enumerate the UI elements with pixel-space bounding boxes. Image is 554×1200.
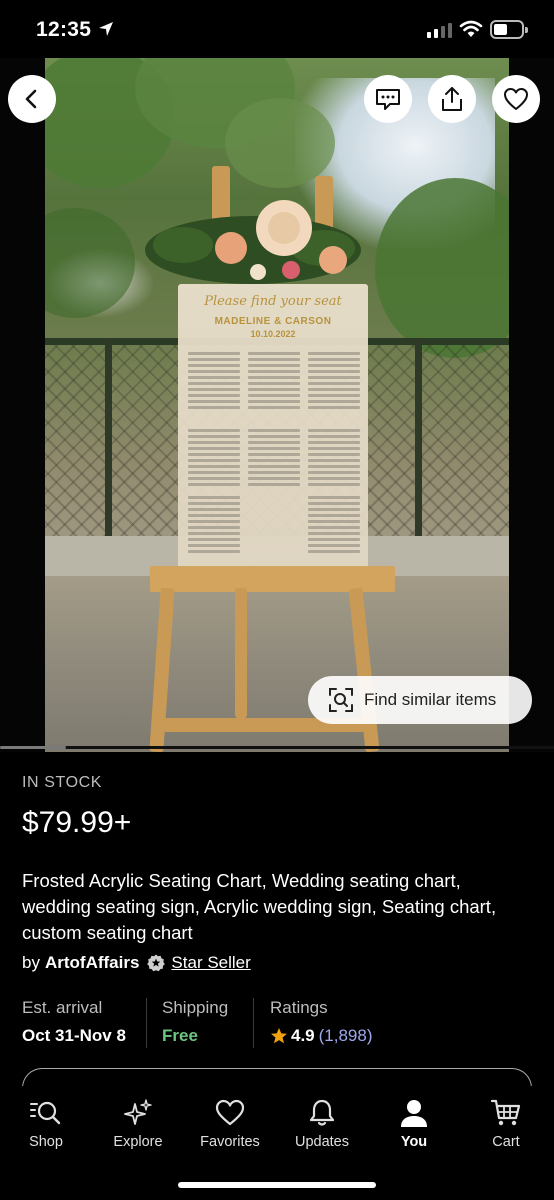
seating-chart-board: Please find your seat MADELINE & CARSON …: [178, 284, 368, 574]
arrival-value: Oct 31-Nov 8: [22, 1026, 126, 1045]
tab-you-label: You: [400, 1134, 428, 1150]
person-icon: [401, 1100, 427, 1127]
battery-icon: [490, 20, 528, 39]
sparkles-icon: [124, 1099, 152, 1125]
tab-you[interactable]: You: [368, 1096, 460, 1150]
star-icon: [271, 1028, 287, 1044]
tab-updates[interactable]: Updates: [276, 1096, 368, 1150]
product-photo: Please find your seat MADELINE & CARSON …: [45, 58, 509, 752]
search-list-icon: [30, 1101, 61, 1125]
board-names: MADELINE & CARSON: [214, 316, 332, 327]
board-date: 10.10.2022: [250, 329, 296, 339]
tab-favorites-label: Favorites: [200, 1134, 260, 1150]
rating-row: 4.9 (1,898): [270, 1026, 373, 1046]
visual-search-icon: [329, 688, 353, 712]
carousel-progress-track: [0, 746, 554, 749]
message-seller-button[interactable]: [364, 75, 412, 123]
back-button[interactable]: [8, 75, 56, 123]
chat-bubble-icon: [376, 89, 400, 110]
tab-explore[interactable]: Explore: [92, 1096, 184, 1150]
heart-icon: [504, 88, 528, 110]
star-seller-badge-icon: [147, 954, 166, 972]
tab-cart[interactable]: Cart: [460, 1096, 552, 1150]
seller-prefix: by: [22, 953, 40, 972]
stock-status: IN STOCK: [22, 774, 103, 791]
find-similar-label: Find similar items: [364, 690, 497, 709]
wifi-icon: [459, 20, 483, 37]
tab-updates-label: Updates: [294, 1134, 349, 1150]
status-bar: 12:35: [0, 0, 554, 58]
seller-row: by ArtofAffairs Star Seller: [22, 953, 251, 973]
tab-favorites[interactable]: Favorites: [184, 1096, 276, 1150]
carousel-progress-fill: [0, 746, 66, 749]
seller-name-link[interactable]: ArtofAffairs: [45, 953, 139, 973]
ratings-label: Ratings: [270, 998, 328, 1017]
heart-icon: [215, 1099, 245, 1126]
listing-title: Frosted Acrylic Seating Chart, Wedding s…: [22, 870, 497, 943]
find-similar-button[interactable]: Find similar items: [308, 676, 532, 724]
flower-arrangement: [145, 200, 361, 284]
ratings-info[interactable]: Ratings 4.9 (1,898): [270, 998, 373, 1046]
cart-icon: [490, 1099, 521, 1126]
shipping-label: Shipping: [162, 998, 229, 1017]
home-indicator: [178, 1182, 376, 1188]
tab-explore-label: Explore: [113, 1134, 163, 1150]
info-divider: [146, 998, 147, 1048]
chevron-left-icon: [25, 89, 37, 109]
favorite-button[interactable]: [492, 75, 540, 123]
location-arrow-icon: [99, 22, 113, 36]
status-time: 12:35: [36, 18, 92, 41]
star-seller-link[interactable]: Star Seller: [171, 953, 250, 973]
cellular-signal-icon: [427, 22, 453, 38]
price: $79.99+: [22, 806, 132, 839]
shipping-value: Free: [162, 1026, 198, 1045]
info-divider: [253, 998, 254, 1048]
share-button[interactable]: [428, 75, 476, 123]
product-image-carousel[interactable]: Please find your seat MADELINE & CARSON …: [0, 58, 554, 752]
tab-shop-label: Shop: [29, 1134, 63, 1150]
rating-count-link[interactable]: (1,898): [319, 1026, 373, 1046]
share-icon: [442, 87, 462, 111]
shipping-info[interactable]: Shipping Free: [162, 998, 228, 1046]
arrival-label: Est. arrival: [22, 998, 103, 1017]
arrival-info: Est. arrival Oct 31-Nov 8: [22, 998, 126, 1046]
bell-icon: [309, 1099, 335, 1126]
rating-value: 4.9: [291, 1026, 315, 1045]
tab-cart-label: Cart: [492, 1134, 520, 1150]
tab-shop[interactable]: Shop: [0, 1096, 92, 1150]
board-title: Please find your seat: [204, 294, 342, 309]
